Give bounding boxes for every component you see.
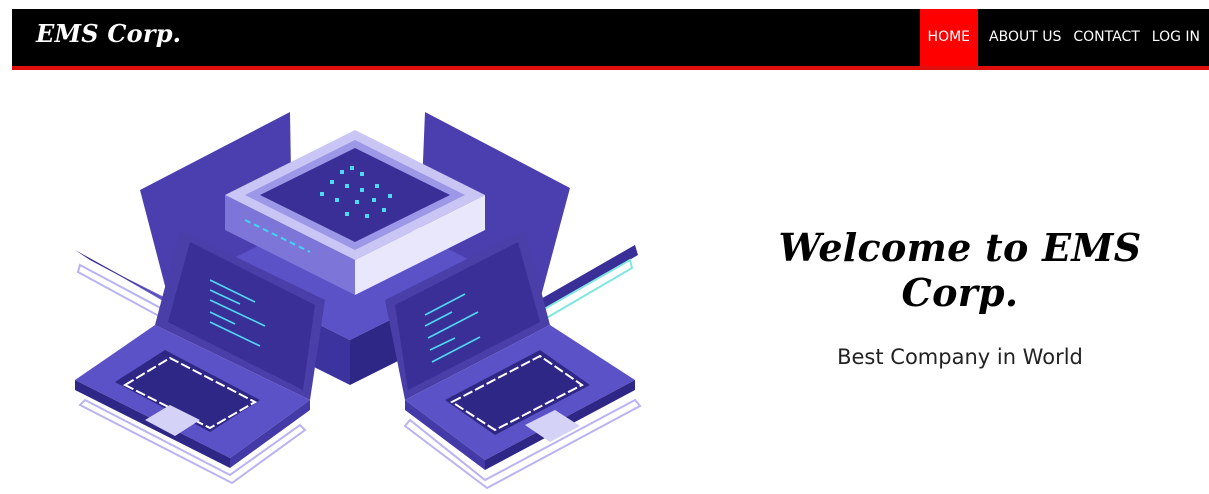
nav-about-link[interactable]: ABOUT US: [983, 9, 1067, 66]
brand-logo[interactable]: EMS Corp.: [36, 19, 181, 48]
server-with-laptops-illustration: [75, 112, 642, 490]
hero-text: Welcome to EMS Corp. Best Company in Wor…: [740, 225, 1180, 369]
nav-home-link[interactable]: HOME: [919, 9, 979, 66]
nav-links: HOME ABOUT US CONTACT LOG IN: [919, 9, 1209, 66]
hero-title: Welcome to EMS Corp.: [778, 225, 1142, 315]
hero-subtitle: Best Company in World: [837, 345, 1083, 369]
nav-login-link[interactable]: LOG IN: [1146, 9, 1209, 66]
navbar: EMS Corp. HOME ABOUT US CONTACT LOG IN: [12, 9, 1209, 70]
nav-contact-link[interactable]: CONTACT: [1067, 9, 1145, 66]
